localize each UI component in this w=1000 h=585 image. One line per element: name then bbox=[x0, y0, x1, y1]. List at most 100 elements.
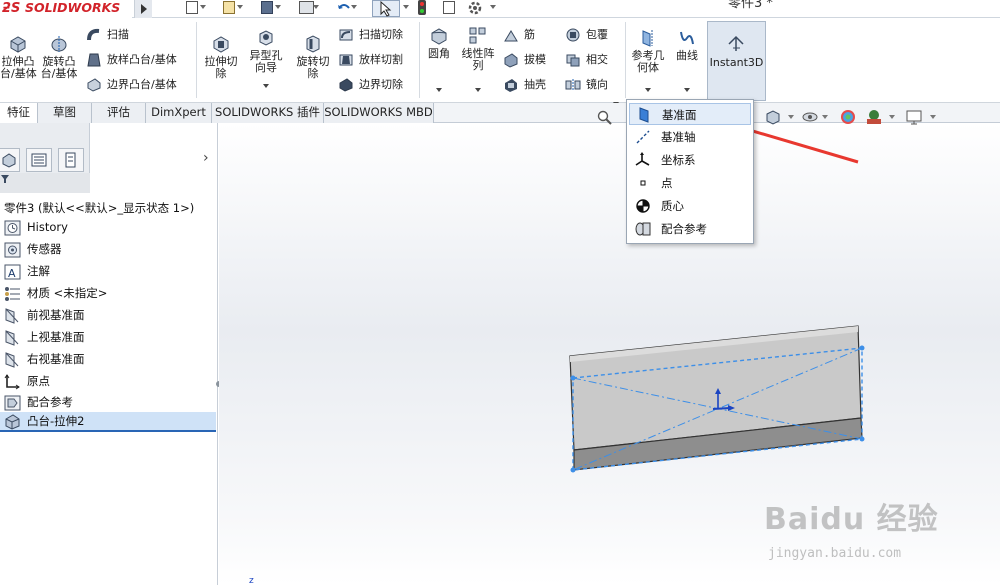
rib-button[interactable]: 筋 bbox=[503, 26, 535, 46]
tree-item-top-plane[interactable]: 上视基准面 bbox=[4, 328, 85, 348]
tab-evaluate[interactable]: 评估 bbox=[92, 103, 146, 123]
menu-item-coordinate-system[interactable]: 坐标系 bbox=[629, 149, 751, 171]
wrap-icon bbox=[566, 28, 580, 42]
tree-item-history[interactable]: History bbox=[4, 218, 68, 238]
new-document-icon bbox=[186, 1, 198, 14]
menu-item-center-of-mass[interactable]: 质心 bbox=[629, 195, 751, 217]
fillet-button[interactable]: 圆角 bbox=[422, 26, 456, 92]
wrap-button[interactable]: 包覆 bbox=[565, 26, 608, 46]
configuration-manager-tab[interactable] bbox=[58, 148, 84, 172]
instant3d-button[interactable]: Instant3D bbox=[707, 21, 766, 101]
feature-manager-tab[interactable] bbox=[0, 148, 20, 172]
menu-item-axis[interactable]: 基准轴 bbox=[629, 126, 751, 148]
swept-cut-icon bbox=[339, 29, 353, 41]
tree-root-part[interactable]: 零件3 (默认<<默认>_显示状态 1>) bbox=[4, 200, 194, 216]
tree-item-material[interactable]: 材质 <未指定> bbox=[4, 284, 107, 304]
chevron-down-icon[interactable] bbox=[889, 115, 895, 119]
shell-icon bbox=[505, 79, 517, 92]
menu-item-plane[interactable]: 基准面 bbox=[629, 103, 751, 125]
plane-icon bbox=[5, 307, 19, 324]
hole-wizard-button[interactable]: 异型孔 向导 bbox=[244, 28, 288, 88]
chevron-down-icon[interactable] bbox=[930, 115, 936, 119]
reference-geometry-menu: 基准面 基准轴 坐标系 点 质心 配合参考 bbox=[626, 99, 754, 244]
tab-label: 草图 bbox=[53, 105, 76, 119]
chevron-down-icon bbox=[275, 5, 281, 9]
reference-geometry-button[interactable]: 参考几 何体 bbox=[628, 28, 668, 92]
chevron-down-icon bbox=[475, 88, 481, 92]
view-settings-icon[interactable] bbox=[905, 109, 923, 125]
tree-item-front-plane[interactable]: 前视基准面 bbox=[4, 306, 85, 326]
property-manager-tab[interactable] bbox=[26, 148, 52, 172]
sweep-button[interactable]: 扫描 bbox=[86, 26, 129, 46]
swept-cut-button[interactable]: 扫描切除 bbox=[338, 26, 403, 46]
tab-solidworks-addins[interactable]: SOLIDWORKS 插件 bbox=[212, 103, 324, 123]
chevron-right-icon[interactable]: › bbox=[203, 150, 209, 166]
chevron-down-icon[interactable] bbox=[822, 115, 828, 119]
chevron-down-icon[interactable] bbox=[788, 115, 794, 119]
curves-label: 曲线 bbox=[676, 49, 698, 62]
preview-handle[interactable] bbox=[859, 436, 865, 442]
menu-item-mate-reference[interactable]: 配合参考 bbox=[629, 218, 751, 240]
solidworks-menu-arrow-icon[interactable] bbox=[134, 0, 152, 18]
tree-item-label: 注解 bbox=[27, 264, 50, 278]
view-orientation-icon[interactable] bbox=[764, 109, 782, 125]
revolved-cut-button[interactable]: 旋转切 除 bbox=[292, 34, 334, 80]
gear-icon bbox=[468, 1, 482, 15]
tree-item-right-plane[interactable]: 右视基准面 bbox=[4, 350, 85, 370]
tab-dimxpert[interactable]: DimXpert bbox=[146, 103, 212, 123]
new-document-button[interactable] bbox=[183, 0, 206, 16]
boundary-boss-button[interactable]: 边界凸台/基体 bbox=[86, 76, 177, 96]
print-button[interactable] bbox=[296, 0, 319, 16]
linear-pattern-button[interactable]: 线性阵 列 bbox=[458, 26, 498, 92]
undo-button[interactable] bbox=[334, 0, 357, 16]
extruded-boss-button[interactable]: 拉伸凸 台/基体 bbox=[0, 34, 37, 80]
edit-appearance-icon[interactable] bbox=[839, 108, 857, 126]
extruded-cut-button[interactable]: 拉伸切 除 bbox=[201, 34, 241, 80]
loft-boss-button[interactable]: 放样凸台/基体 bbox=[86, 51, 177, 71]
tree-item-mate-references[interactable]: 配合参考 bbox=[4, 393, 73, 413]
tree-item-boss-extrude2[interactable]: 凸台-拉伸2 bbox=[0, 412, 216, 432]
draft-button[interactable]: 拔模 bbox=[503, 51, 546, 71]
revolved-boss-button[interactable]: 旋转凸 台/基体 bbox=[38, 34, 80, 80]
select-dropdown-button[interactable] bbox=[401, 0, 411, 16]
tree-item-origin[interactable]: 原点 bbox=[4, 372, 50, 392]
graphics-viewport[interactable]: z Baidu 经验 jingyan.baidu.com bbox=[219, 110, 1000, 585]
fillet-label: 圆角 bbox=[428, 47, 450, 60]
mirror-button[interactable]: 镜向 bbox=[565, 76, 619, 106]
save-button[interactable] bbox=[258, 0, 281, 16]
options-button[interactable] bbox=[466, 0, 500, 16]
tree-item-sensors[interactable]: 传感器 bbox=[4, 240, 62, 260]
sweep-icon bbox=[87, 28, 100, 41]
preview-handle[interactable] bbox=[570, 375, 576, 381]
apply-scene-icon[interactable] bbox=[865, 108, 883, 126]
lofted-cut-icon bbox=[339, 54, 353, 66]
intersect-button[interactable]: 相交 bbox=[565, 51, 608, 71]
solidworks-logo[interactable]: ƻS SOLIDWORKS bbox=[0, 0, 132, 18]
file-properties-button[interactable] bbox=[440, 0, 458, 16]
tab-label: SOLIDWORKS 插件 bbox=[215, 105, 320, 119]
curves-button[interactable]: 曲线 bbox=[672, 28, 702, 92]
lofted-cut-button[interactable]: 放样切割 bbox=[338, 51, 403, 71]
rebuild-button[interactable] bbox=[414, 0, 430, 16]
menu-item-label: 点 bbox=[661, 176, 673, 190]
menu-item-label: 质心 bbox=[661, 199, 684, 213]
tab-solidworks-mbd[interactable]: SOLIDWORKS MBD bbox=[324, 103, 434, 123]
boundary-cut-button[interactable]: 边界切除 bbox=[338, 76, 403, 96]
tree-item-annotations[interactable]: A 注解 bbox=[4, 262, 50, 282]
tab-features[interactable]: 特征 bbox=[0, 103, 38, 123]
chevron-down-icon bbox=[403, 5, 409, 9]
revolved-boss-icon bbox=[51, 36, 67, 52]
tab-sketch[interactable]: 草图 bbox=[38, 103, 92, 123]
preview-handle[interactable] bbox=[859, 345, 865, 351]
preview-handle[interactable] bbox=[570, 467, 576, 473]
svg-text:A: A bbox=[8, 267, 16, 280]
filter-icon[interactable] bbox=[0, 174, 10, 184]
open-button[interactable] bbox=[220, 0, 243, 16]
shell-button[interactable]: 抽壳 bbox=[503, 76, 546, 96]
menu-item-point[interactable]: 点 bbox=[629, 172, 751, 194]
select-button[interactable] bbox=[372, 0, 400, 17]
zoom-to-fit-icon[interactable] bbox=[597, 110, 613, 126]
revolved-cut-icon bbox=[306, 35, 320, 53]
hide-show-items-icon[interactable] bbox=[801, 109, 819, 125]
undo-icon bbox=[338, 4, 350, 9]
